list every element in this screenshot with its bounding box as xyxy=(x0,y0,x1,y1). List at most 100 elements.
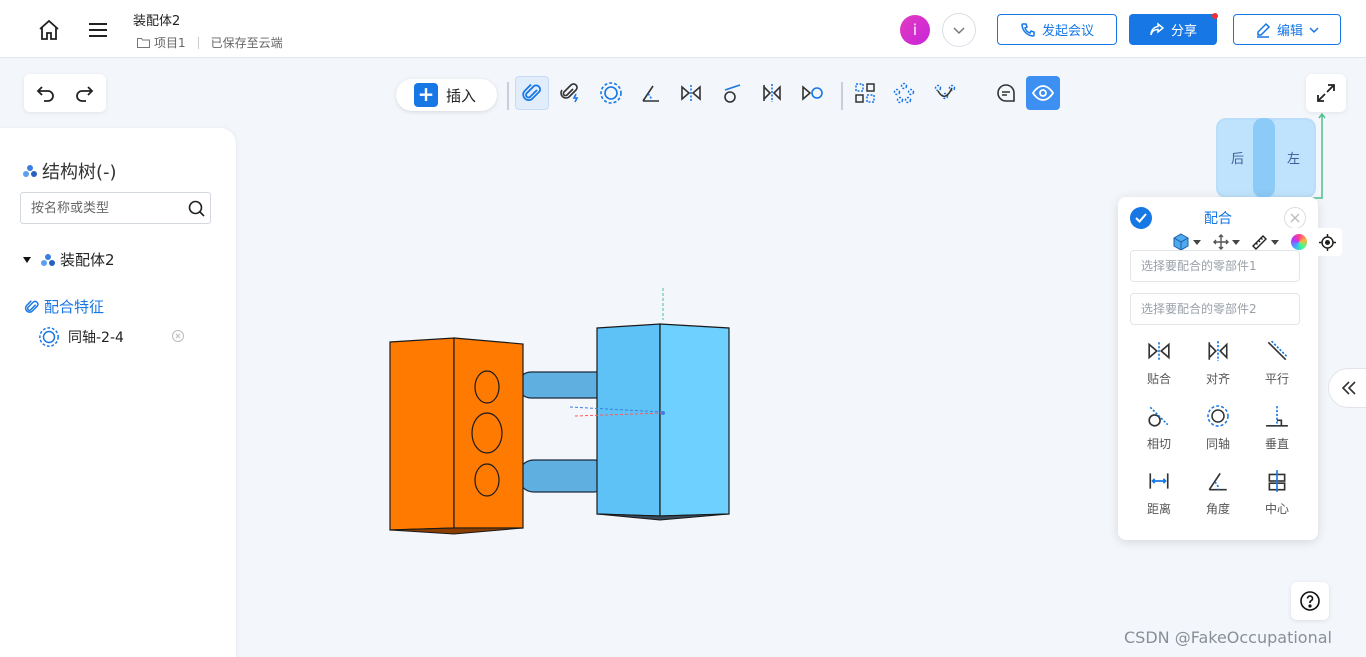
help-icon xyxy=(1300,591,1320,611)
caret-down-icon xyxy=(1192,240,1201,245)
paperclip-icon xyxy=(522,83,541,101)
mate-type-parallel[interactable]: 平行 xyxy=(1252,339,1302,395)
mate-item-label: 同轴-2-4 xyxy=(68,330,124,346)
share-button[interactable]: 分享 xyxy=(1129,14,1217,45)
part-filter-dropdown[interactable] xyxy=(1172,233,1201,251)
mate-type-angle[interactable]: 角度 xyxy=(1193,469,1243,525)
close-icon[interactable] xyxy=(171,329,185,343)
quick-mate-tool-button[interactable] xyxy=(553,76,587,110)
color-wheel-icon[interactable] xyxy=(1291,234,1308,250)
mate-type-align[interactable]: 对齐 xyxy=(1193,339,1243,395)
project-label[interactable]: 项目1 xyxy=(154,34,186,51)
coincident-tool-button[interactable] xyxy=(674,76,708,110)
mate-type-label: 中心 xyxy=(1264,502,1289,516)
mate-section-label: 配合特征 xyxy=(44,298,105,316)
tree-node-assembly[interactable]: 装配体2 xyxy=(22,249,115,270)
center-icon xyxy=(1268,470,1286,492)
lower-rod[interactable] xyxy=(517,459,611,493)
paperclip-icon xyxy=(24,299,39,313)
redo-icon[interactable] xyxy=(70,80,98,106)
mate-type-label: 角度 xyxy=(1205,502,1230,516)
measure-dropdown[interactable] xyxy=(1251,234,1280,251)
edit-button[interactable]: 编辑 xyxy=(1233,14,1341,45)
mate-type-tangent[interactable]: 相切 xyxy=(1134,404,1184,460)
part1-field[interactable] xyxy=(1130,250,1300,282)
collapse-panel-button[interactable] xyxy=(1328,368,1366,408)
part2-field[interactable] xyxy=(1130,293,1300,325)
concentric-tool-button[interactable] xyxy=(594,76,628,110)
document-title[interactable]: 装配体2 xyxy=(133,10,180,29)
view-cube-face-left[interactable]: 左 xyxy=(1287,148,1300,167)
angle-icon xyxy=(642,85,659,102)
angle-tool-button[interactable] xyxy=(634,76,668,110)
view-cube[interactable] xyxy=(1212,112,1328,202)
pattern-tool-button[interactable] xyxy=(848,76,882,110)
mate-type-distance[interactable]: 距离 xyxy=(1134,469,1184,525)
tree-title-label: 结构树(-) xyxy=(42,162,117,183)
tree-search-input[interactable] xyxy=(20,192,211,224)
double-chevron-left-icon xyxy=(1341,381,1356,395)
circular-pattern-icon xyxy=(893,82,915,104)
menu-icon[interactable] xyxy=(84,15,112,45)
confirm-icon[interactable] xyxy=(1130,207,1152,229)
comment-tool-button[interactable] xyxy=(989,76,1023,110)
avatar[interactable]: i xyxy=(900,15,930,45)
parallel-icon xyxy=(1267,340,1288,361)
curve-pattern-tool-button[interactable] xyxy=(928,76,962,110)
align-icon xyxy=(1208,341,1228,361)
mate-type-perpendicular[interactable]: 垂直 xyxy=(1252,404,1302,460)
move-filter-dropdown[interactable] xyxy=(1212,234,1240,250)
mate-type-label: 贴合 xyxy=(1146,372,1171,386)
coincident-icon xyxy=(1148,342,1170,360)
mate-type-label: 距离 xyxy=(1146,502,1171,516)
concentric-icon xyxy=(39,327,59,347)
tree-item-concentric-mate[interactable]: 同轴-2-4 xyxy=(38,326,124,348)
align-tool-button[interactable] xyxy=(755,76,789,110)
mate-tool-button[interactable] xyxy=(515,76,549,110)
mate-type-label: 平行 xyxy=(1264,372,1289,386)
fullscreen-button[interactable] xyxy=(1306,74,1346,112)
undo-icon[interactable] xyxy=(32,80,60,106)
notification-dot xyxy=(1212,13,1218,19)
visibility-tool-button[interactable] xyxy=(1026,76,1060,110)
upper-rod[interactable] xyxy=(517,371,611,399)
viewport-canvas[interactable] xyxy=(370,280,750,550)
symmetric-tool-button[interactable] xyxy=(795,76,829,110)
toolbar-divider xyxy=(841,82,843,110)
mate-type-label: 相切 xyxy=(1146,437,1171,451)
start-meeting-label: 发起会议 xyxy=(1041,24,1094,39)
insert-label: 插入 xyxy=(446,86,477,105)
save-status: 已保存至云端 xyxy=(210,36,283,50)
orange-block[interactable] xyxy=(389,337,524,535)
help-button[interactable] xyxy=(1291,582,1329,620)
tangent-tool-button[interactable] xyxy=(715,76,749,110)
view-cube-face-back[interactable]: 后 xyxy=(1231,148,1244,167)
mate-panel-title: 配合 xyxy=(1204,211,1232,227)
start-meeting-button[interactable]: 发起会议 xyxy=(997,14,1117,45)
circular-pattern-tool-button[interactable] xyxy=(887,76,921,110)
tree-section-mates[interactable]: 配合特征 xyxy=(24,296,104,317)
mate-type-center[interactable]: 中心 xyxy=(1252,469,1302,525)
comment-icon xyxy=(997,84,1015,102)
target-icon[interactable] xyxy=(1319,233,1337,251)
close-icon[interactable] xyxy=(1284,207,1306,229)
pattern-icon xyxy=(855,83,875,103)
insert-button[interactable]: + 插入 xyxy=(396,79,497,111)
blue-block[interactable] xyxy=(596,323,730,521)
move-icon xyxy=(1212,234,1229,250)
coincident-icon xyxy=(681,85,701,101)
chevron-down-icon[interactable] xyxy=(942,13,976,47)
mate-type-concentric[interactable]: 同轴 xyxy=(1193,404,1243,460)
share-label: 分享 xyxy=(1170,24,1197,39)
watermark: CSDN @FakeOccupational xyxy=(1124,628,1332,647)
mate-type-label: 同轴 xyxy=(1205,437,1230,451)
angle-icon xyxy=(1208,472,1227,491)
caret-down-icon xyxy=(1231,240,1240,245)
perpendicular-icon xyxy=(1266,406,1288,427)
mate-type-coincident[interactable]: 贴合 xyxy=(1134,339,1184,395)
search-icon[interactable] xyxy=(187,199,205,217)
phone-icon xyxy=(1021,22,1035,37)
home-icon[interactable] xyxy=(34,15,64,45)
curve-pattern-icon xyxy=(934,84,956,100)
assembly-icon xyxy=(23,165,37,177)
